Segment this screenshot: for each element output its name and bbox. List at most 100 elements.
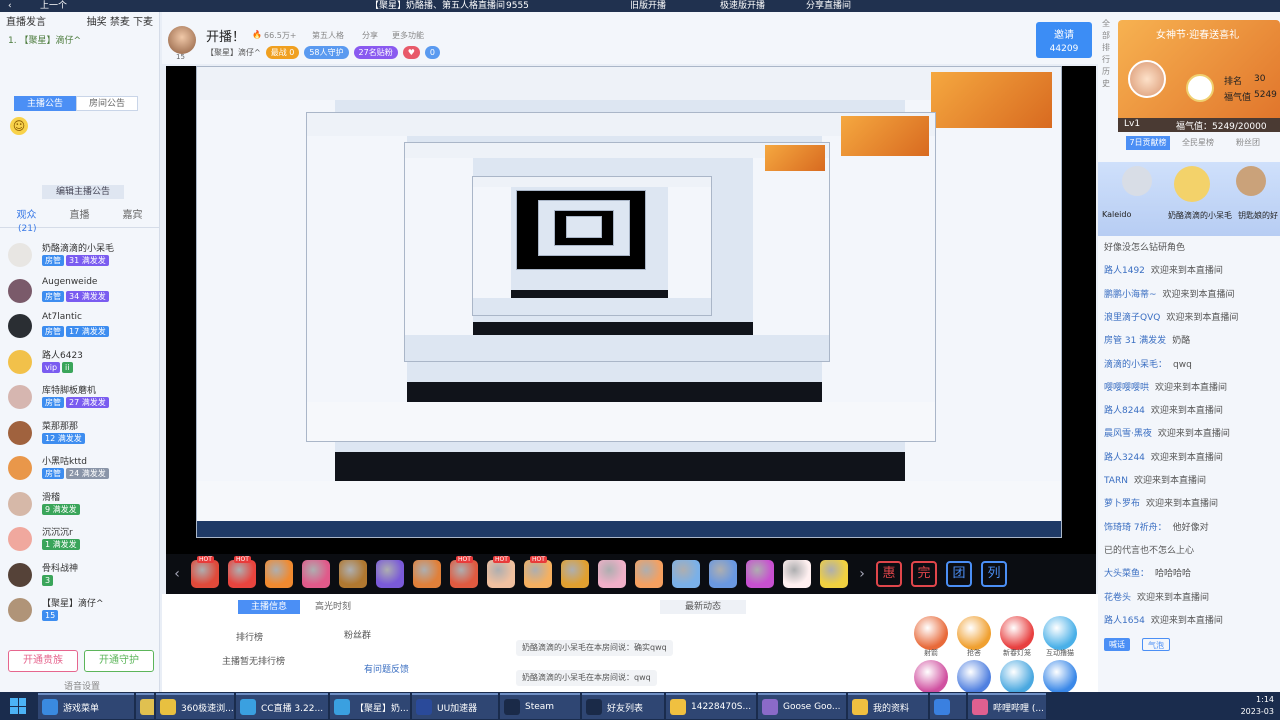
share-button[interactable]: 分享 xyxy=(362,30,378,41)
coupon-icon[interactable]: 惠 xyxy=(876,561,902,587)
share-room-button[interactable]: 分享直播间 xyxy=(806,0,851,12)
complete-icon[interactable]: 完 xyxy=(911,561,937,587)
feature-icon[interactable] xyxy=(957,616,991,650)
taskbar-app[interactable]: 游戏菜单 xyxy=(38,693,134,719)
gift-item[interactable] xyxy=(598,560,626,588)
group-icon[interactable]: 团 xyxy=(946,561,972,587)
start-button[interactable] xyxy=(0,692,36,720)
tab-live[interactable]: 直播 xyxy=(53,205,106,227)
tab-guest[interactable]: 嘉宾 xyxy=(106,205,159,227)
tab-anchor-info[interactable]: 主播信息 xyxy=(238,600,300,614)
audience-row[interactable]: Augenweide 房管 34 满发发 xyxy=(0,274,159,310)
chat-user[interactable]: 晨风雪·黑夜 xyxy=(1104,429,1152,439)
gift-item[interactable] xyxy=(265,560,293,588)
taskbar-app[interactable]: Steam xyxy=(500,693,580,719)
avatar[interactable] xyxy=(8,491,32,516)
chat-user[interactable]: 房管 31 满发发 xyxy=(1104,336,1166,346)
tab-fans[interactable]: 粉丝团 xyxy=(1226,136,1270,150)
audience-row[interactable]: 骨科战神 3 xyxy=(0,558,159,594)
gift-item[interactable] xyxy=(302,560,330,588)
gift-item[interactable] xyxy=(709,560,737,588)
audience-row[interactable]: 【聚星】滴仔^ 15 xyxy=(0,593,159,629)
taskbar-app[interactable]: 我的资料 xyxy=(848,693,928,719)
chat-user[interactable]: 嘤嘤嘤嘤哄 xyxy=(1104,383,1149,393)
taskbar-app[interactable]: Goose Goo... xyxy=(758,693,846,719)
feedback-link[interactable]: 有问题反馈 xyxy=(364,662,409,675)
taskbar-app[interactable]: UU加速器 xyxy=(412,693,498,719)
count-pill[interactable]: 0 xyxy=(424,46,440,59)
tab-7day[interactable]: 7日贡献榜 xyxy=(1126,136,1170,150)
avatar[interactable] xyxy=(8,562,32,587)
list-icon[interactable]: 列 xyxy=(981,561,1007,587)
feature-icon[interactable] xyxy=(1000,616,1034,650)
tab-total[interactable]: 全民星榜 xyxy=(1176,136,1220,150)
rank-label[interactable]: 排行榜 xyxy=(236,630,263,643)
chat-user[interactable]: 饰琦琦 7祈舟： xyxy=(1104,523,1167,533)
old-player-button[interactable]: 旧版开播 xyxy=(630,0,666,12)
avatar[interactable] xyxy=(8,243,32,267)
shout-button[interactable]: 喊话 xyxy=(1104,638,1130,651)
open-guard-button[interactable]: 开通守护 xyxy=(84,650,154,672)
taskbar-app[interactable]: 哔哩哔哩 (... xyxy=(968,693,1046,719)
tab-highlight[interactable]: 高光时刻 xyxy=(302,600,364,614)
chat-user[interactable]: TARN xyxy=(1104,476,1128,486)
more-features-button[interactable]: 更多功能 xyxy=(392,30,424,41)
avatar[interactable] xyxy=(8,456,32,480)
heart-icon[interactable]: ♥ xyxy=(402,46,420,59)
gift-item[interactable]: HOT xyxy=(191,556,219,588)
audience-row[interactable]: 沉沉沉r 1 满发发 xyxy=(0,522,159,558)
gift-item[interactable] xyxy=(820,560,848,588)
edit-notice-button[interactable]: 编辑主播公告 xyxy=(42,185,124,199)
rank1-avatar[interactable] xyxy=(1174,166,1210,202)
gift-item[interactable] xyxy=(339,560,367,588)
gift-item[interactable]: HOT xyxy=(450,556,478,588)
chat-user[interactable]: 滴滴的小呆毛： xyxy=(1104,360,1167,370)
invite-button[interactable]: 邀请 44209 xyxy=(1036,22,1092,58)
gift-item[interactable] xyxy=(672,560,700,588)
right-side-tabs[interactable]: 全部 排行 历史 xyxy=(1102,18,1114,90)
audience-row[interactable]: 菜那那那 12 满发发 xyxy=(0,416,159,452)
gift-item[interactable] xyxy=(746,560,774,588)
audio-setting[interactable]: 语音设置 xyxy=(64,679,100,692)
audience-row[interactable]: At7lantic 房管 17 满发发 xyxy=(0,309,159,345)
feature-icon[interactable] xyxy=(1043,660,1077,694)
taskbar-app[interactable]: 好友列表 xyxy=(582,693,664,719)
tab-latest-news[interactable]: 最新动态 xyxy=(660,600,746,614)
audience-row[interactable]: 滑稽 9 满发发 xyxy=(0,487,159,523)
open-vip-button[interactable]: 开通贵族 xyxy=(8,650,78,672)
audience-row[interactable]: 路人6423 vip ii xyxy=(0,345,159,381)
avatar[interactable] xyxy=(8,385,32,409)
chat-user[interactable]: 浪里滴子QVQ xyxy=(1104,313,1160,323)
bubble-button[interactable]: 气泡 xyxy=(1142,638,1170,651)
chat-user[interactable]: 路人3244 xyxy=(1104,453,1145,463)
avatar[interactable] xyxy=(8,349,32,374)
tab-room-notice[interactable]: 房间公告 xyxy=(76,96,138,111)
chat-user[interactable]: 路人1492 xyxy=(1104,266,1145,276)
guard-pill[interactable]: 58人守护 xyxy=(304,46,349,59)
avatar[interactable] xyxy=(8,598,32,622)
gift-next-icon[interactable]: › xyxy=(857,566,867,582)
gift-item[interactable]: HOT xyxy=(524,556,552,588)
rank3-avatar[interactable] xyxy=(1236,166,1266,196)
left-panel-actions[interactable]: 抽奖 禁麦 下麦 xyxy=(87,12,153,34)
back-icon[interactable]: ‹ xyxy=(8,0,12,12)
gift-item[interactable] xyxy=(783,560,811,588)
prev-button[interactable]: 上一个 xyxy=(40,0,67,12)
feature-icon[interactable] xyxy=(1000,660,1034,694)
video-player[interactable] xyxy=(166,66,1096,554)
gift-item[interactable] xyxy=(376,560,404,588)
anchor-avatar[interactable] xyxy=(168,26,196,54)
avatar[interactable] xyxy=(8,527,32,551)
taskbar-app[interactable] xyxy=(930,693,966,719)
fans-group-label[interactable]: 粉丝群 xyxy=(344,628,371,641)
audience-row[interactable]: 库特脚板蘑机 房管 27 满发发 xyxy=(0,380,159,416)
chat-user[interactable]: 鹏鹏小海蒂~ xyxy=(1104,290,1157,300)
gift-prev-icon[interactable]: ‹ xyxy=(172,566,182,582)
feature-icon[interactable] xyxy=(914,660,948,694)
taskbar-app[interactable]: 【聚星】奶... xyxy=(330,693,410,719)
chat-user[interactable]: 路人1654 xyxy=(1104,616,1145,626)
chat-user[interactable]: 花卷头 xyxy=(1104,593,1131,603)
taskbar-app[interactable]: 14228470S... xyxy=(666,693,756,719)
system-tray[interactable]: 1:14 2023-03 xyxy=(1241,692,1274,720)
chat-user[interactable]: 大头菜鱼： xyxy=(1104,569,1149,579)
